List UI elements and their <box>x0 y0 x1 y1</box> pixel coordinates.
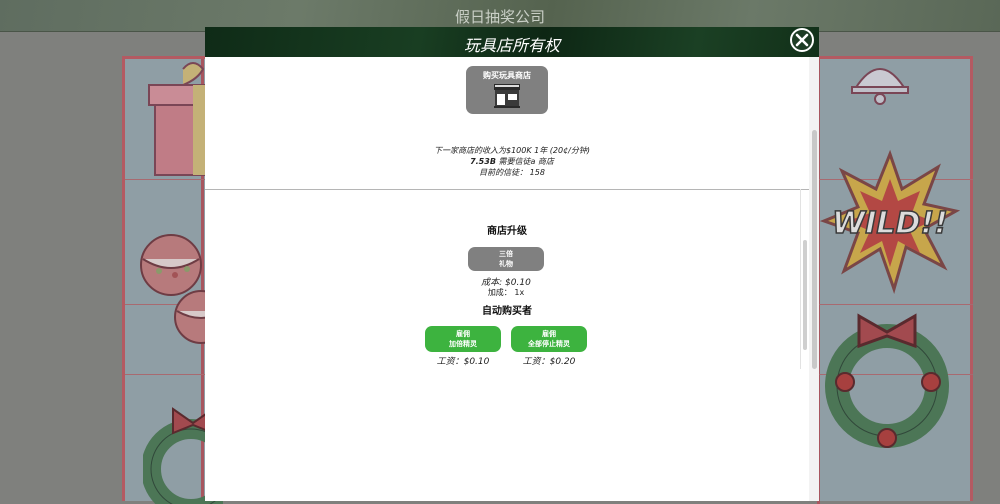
section-divider <box>205 189 809 190</box>
ornament-icon <box>140 234 215 344</box>
buy-toy-store-button[interactable]: 购买玩具商店 <box>466 66 548 114</box>
close-icon <box>795 33 809 47</box>
close-button[interactable] <box>790 28 814 52</box>
modal-title: 玩具店所有权 <box>463 36 560 55</box>
wild-icon: WILD!! <box>820 149 960 294</box>
toy-store-modal: 玩具店所有权 购买玩具商店 下一家商店的收入为$100K 1年 (20¢/分钟)… <box>205 27 819 501</box>
upgrade-button-line1: 三倍 <box>499 250 513 258</box>
hire-stop-all-elf-button[interactable]: 雇佣 全部停止精灵 <box>511 326 587 352</box>
hire-label: 雇佣 <box>456 330 470 338</box>
panel-divider <box>800 189 801 369</box>
shop-icon <box>494 84 520 108</box>
buyer-wage: 工资：$0.20 <box>522 357 576 367</box>
bell-icon <box>851 68 909 105</box>
gift-icon <box>148 62 212 176</box>
store-upgrades-title: 商店升级 <box>487 226 527 237</box>
buy-toy-store-label: 购买玩具商店 <box>483 71 531 80</box>
believers-required-value: 7.53B <box>470 157 496 166</box>
believers-required-text: 需要信徒a 商店 <box>495 157 554 166</box>
modal-header: 玩具店所有权 <box>205 27 819 57</box>
inner-scrollbar-thumb[interactable] <box>803 240 807 350</box>
modal-scrollbar-thumb[interactable] <box>812 130 817 369</box>
svg-text:WILD!!: WILD!! <box>832 206 948 241</box>
upgrade-button-line2: 礼物 <box>499 260 513 268</box>
buyer-wage: 工资：$0.10 <box>436 357 490 367</box>
auto-buyers-title: 自动购买者 <box>482 306 532 317</box>
next-store-income: 下一家商店的收入为$100K 1年 (20¢/分钟) <box>434 146 590 155</box>
wreath-icon <box>825 313 949 448</box>
buyer-name: 加倍精灵 <box>449 340 477 348</box>
current-believers: 目前的信徒： 158 <box>479 168 545 177</box>
hire-label: 雇佣 <box>542 330 556 338</box>
buyer-name: 全部停止精灵 <box>528 340 570 348</box>
game-title: 假日抽奖公司 <box>454 8 545 26</box>
believers-required: 7.53B 需要信徒a 商店 <box>205 156 819 167</box>
upgrade-bonus: 加成： 1x <box>487 288 525 297</box>
triple-gifts-upgrade-button[interactable]: 三倍 礼物 <box>468 247 544 271</box>
hire-double-elf-button[interactable]: 雇佣 加倍精灵 <box>425 326 501 352</box>
